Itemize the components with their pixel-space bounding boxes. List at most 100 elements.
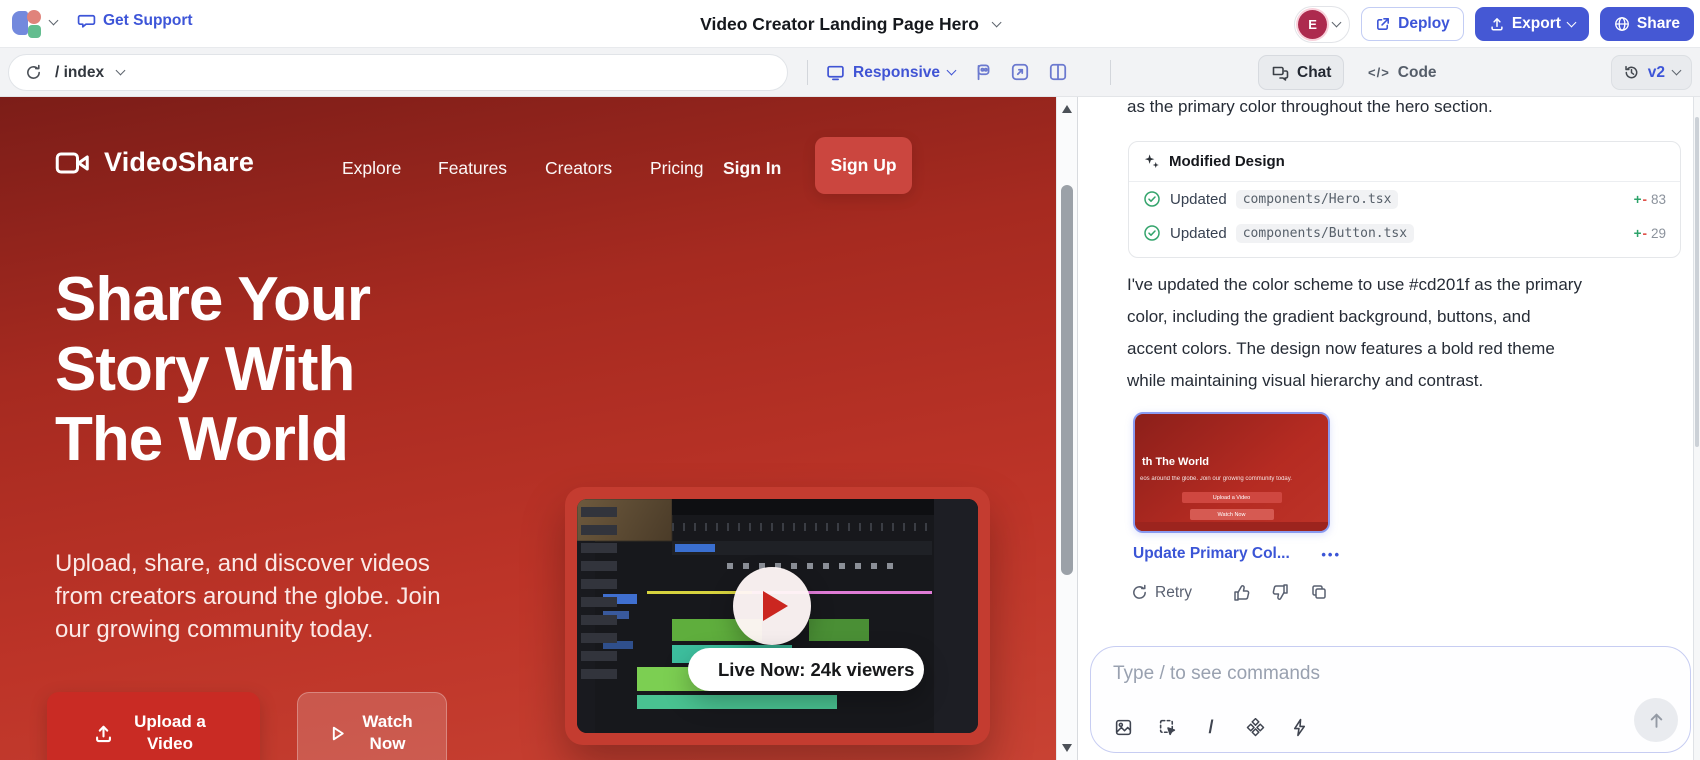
change-row: Updated components/Hero.tsx + - 83 xyxy=(1129,182,1680,216)
page-title: Video Creator Landing Page Hero xyxy=(700,14,979,35)
code-tab-label: Code xyxy=(1398,64,1437,82)
monitor-icon xyxy=(826,63,845,82)
sign-in-link[interactable]: Sign In xyxy=(723,158,781,179)
share-button[interactable]: Share xyxy=(1600,7,1694,41)
nav-link-features[interactable]: Features xyxy=(438,158,507,179)
change-action: Updated xyxy=(1170,191,1227,208)
thumbnail-title-link[interactable]: Update Primary Col... xyxy=(1133,545,1290,563)
export-button[interactable]: Export xyxy=(1475,7,1589,41)
get-support-link[interactable]: Get Support xyxy=(77,11,193,30)
headline-line: Story With xyxy=(55,335,370,405)
thumbnail-mini-button: Upload a Video xyxy=(1182,492,1282,503)
deploy-button[interactable]: Deploy xyxy=(1361,7,1464,41)
live-badge-label: Live Now: 24k viewers xyxy=(718,659,914,681)
globe-icon xyxy=(1614,16,1630,32)
thumbnail-mini-text: eos around the globe. Join our growing c… xyxy=(1140,476,1330,482)
tab-code[interactable]: </> Code xyxy=(1368,55,1437,90)
scroll-down-arrow[interactable] xyxy=(1062,744,1072,752)
title-chevron-down-icon xyxy=(991,17,1001,27)
retry-button[interactable]: Retry xyxy=(1131,584,1192,602)
header-actions: E Deploy Export Share xyxy=(1294,0,1694,48)
headline-line: The World xyxy=(55,405,370,475)
upload-video-label: Upload a Video xyxy=(126,711,214,755)
video-camera-icon xyxy=(55,148,91,178)
diff-count: 29 xyxy=(1651,226,1666,241)
lightning-icon[interactable] xyxy=(1289,717,1309,737)
nav-link-explore[interactable]: Explore xyxy=(342,158,401,179)
brand-logo[interactable]: VideoShare xyxy=(55,147,254,178)
message-line: I've updated the color scheme to use #cd… xyxy=(1127,269,1582,301)
chat-scrollbar-thumb[interactable] xyxy=(1695,117,1699,447)
chat-input-box[interactable]: / xyxy=(1090,646,1691,753)
version-label: v2 xyxy=(1648,64,1665,82)
open-preview-icon[interactable] xyxy=(1010,62,1030,82)
thumbnail-more-menu[interactable]: ••• xyxy=(1321,547,1341,562)
hero-headline: Share Your Story With The World xyxy=(55,265,370,475)
split-view-icon[interactable] xyxy=(1048,62,1068,82)
diff-stat: + - 29 xyxy=(1634,226,1666,241)
copy-icon[interactable] xyxy=(1310,583,1329,602)
live-viewers-badge: Live Now: 24k viewers xyxy=(688,648,924,691)
logo-shape-green xyxy=(28,25,41,38)
change-file-chip: components/Button.tsx xyxy=(1236,224,1414,243)
get-support-label: Get Support xyxy=(103,12,193,30)
input-tool-icons: / xyxy=(1113,717,1309,737)
thumbnail-mini-heading: th The World xyxy=(1142,456,1209,468)
nav-link-creators[interactable]: Creators xyxy=(545,158,612,179)
device-mode-selector[interactable]: Responsive xyxy=(826,48,955,97)
play-button[interactable] xyxy=(733,567,811,645)
deploy-label: Deploy xyxy=(1398,15,1450,33)
subtext-line: Upload, share, and discover videos xyxy=(55,547,441,580)
toolbar-divider xyxy=(807,60,808,85)
subtext-line: our growing community today. xyxy=(55,613,441,646)
device-mode-label: Responsive xyxy=(853,64,940,82)
route-path: / index xyxy=(55,64,104,82)
play-outline-icon xyxy=(328,724,347,743)
chat-input[interactable] xyxy=(1113,663,1543,685)
attach-image-icon[interactable] xyxy=(1113,717,1133,737)
device-chevron-down-icon xyxy=(947,66,957,76)
thumbnail-mini-button: Watch Now xyxy=(1190,509,1274,520)
route-address-bar[interactable]: / index xyxy=(8,54,788,91)
integrations-icon[interactable] xyxy=(1245,717,1265,737)
diff-minus: - xyxy=(1642,192,1647,207)
modified-design-title: Modified Design xyxy=(1169,153,1285,170)
thumbs-down-icon[interactable] xyxy=(1271,583,1290,602)
diff-minus: - xyxy=(1642,226,1647,241)
history-icon xyxy=(1623,64,1640,81)
scrollbar-thumb[interactable] xyxy=(1061,185,1073,575)
subtext-line: from creators around the globe. Join xyxy=(55,580,441,613)
project-title-menu[interactable]: Video Creator Landing Page Hero xyxy=(700,0,1000,48)
refresh-icon[interactable] xyxy=(25,64,42,81)
sign-up-button[interactable]: Sign Up xyxy=(815,137,912,194)
retry-icon xyxy=(1131,584,1148,601)
logo-shape-pink xyxy=(27,10,41,24)
slash-command-icon[interactable]: / xyxy=(1201,717,1221,737)
export-label: Export xyxy=(1512,15,1561,33)
select-element-icon[interactable] xyxy=(1157,717,1177,737)
watch-now-button[interactable]: Watch Now xyxy=(297,692,447,760)
scroll-up-arrow[interactable] xyxy=(1062,105,1072,113)
message-line: while maintaining visual hierarchy and c… xyxy=(1127,365,1582,397)
upload-icon xyxy=(93,723,114,744)
toolbar-divider xyxy=(1110,60,1111,85)
send-button[interactable] xyxy=(1634,698,1678,742)
chat-scrollbar[interactable] xyxy=(1693,97,1700,760)
design-version-thumbnail[interactable]: th The World eos around the globe. Join … xyxy=(1133,412,1330,533)
upload-video-button[interactable]: Upload a Video xyxy=(47,692,260,760)
preview-scrollbar[interactable] xyxy=(1056,97,1078,760)
app-logo-icon[interactable] xyxy=(12,9,42,39)
nav-link-pricing[interactable]: Pricing xyxy=(650,158,704,179)
diff-plus: + xyxy=(1634,192,1642,207)
retry-label: Retry xyxy=(1155,584,1192,602)
message-line: color, including the gradient background… xyxy=(1127,301,1582,333)
components-icon[interactable] xyxy=(973,62,993,82)
logo-chevron-down-icon[interactable] xyxy=(49,16,59,26)
preview-toolbar: / index Responsive Chat </ xyxy=(0,48,1700,97)
thumbs-up-icon[interactable] xyxy=(1232,583,1251,602)
tab-chat[interactable]: Chat xyxy=(1258,55,1344,90)
check-circle-icon xyxy=(1143,190,1161,208)
diff-count: 83 xyxy=(1651,192,1666,207)
version-selector[interactable]: v2 xyxy=(1611,55,1692,90)
account-menu[interactable]: E xyxy=(1294,6,1350,43)
